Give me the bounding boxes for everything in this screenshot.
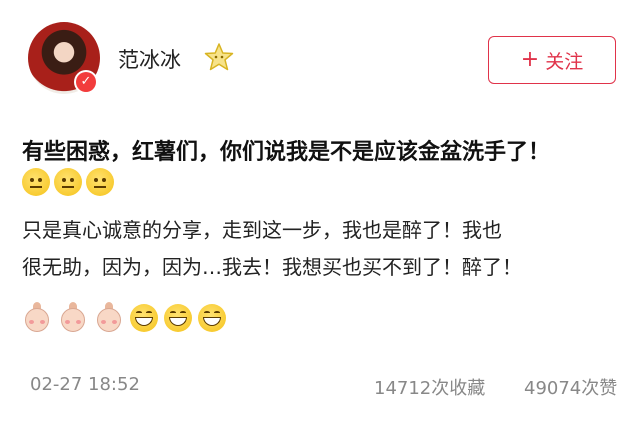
follow-button[interactable]: + 关注 xyxy=(488,36,616,84)
grin-emoji-icon xyxy=(198,304,226,332)
likes-count[interactable]: 49074次赞 xyxy=(524,374,617,400)
star-icon xyxy=(204,43,234,71)
title-emoji-row xyxy=(22,168,114,196)
shy-doll-emoji-icon xyxy=(58,302,88,334)
username[interactable]: 范冰冰 xyxy=(118,44,181,74)
post-header: ✓ 范冰冰 + 关注 xyxy=(0,0,640,110)
post-body-line: 很无助，因为，因为…我去！我想买也买不到了！醉了！ xyxy=(22,255,522,279)
neutral-face-emoji-icon xyxy=(86,168,114,196)
plus-icon: + xyxy=(520,47,540,72)
post-title: 有些困惑，红薯们，你们说我是不是应该金盆洗手了！ xyxy=(22,140,551,165)
follow-button-label: 关注 xyxy=(545,50,584,73)
neutral-face-emoji-icon xyxy=(22,168,50,196)
verified-badge-icon: ✓ xyxy=(74,70,98,94)
post-body: 只是真心诚意的分享，走到这一步，我也是醉了！我也 很无助，因为，因为…我去！我想… xyxy=(22,212,622,286)
post-timestamp: 02-27 18:52 xyxy=(30,374,140,395)
grin-emoji-icon xyxy=(164,304,192,332)
neutral-face-emoji-icon xyxy=(54,168,82,196)
verified-mark: ✓ xyxy=(76,72,96,92)
post-body-line: 只是真心诚意的分享，走到这一步，我也是醉了！我也 xyxy=(22,218,502,242)
body-emoji-row xyxy=(22,302,226,334)
grin-emoji-icon xyxy=(130,304,158,332)
shy-doll-emoji-icon xyxy=(22,302,52,334)
favorites-count[interactable]: 14712次收藏 xyxy=(374,374,485,400)
shy-doll-emoji-icon xyxy=(94,302,124,334)
